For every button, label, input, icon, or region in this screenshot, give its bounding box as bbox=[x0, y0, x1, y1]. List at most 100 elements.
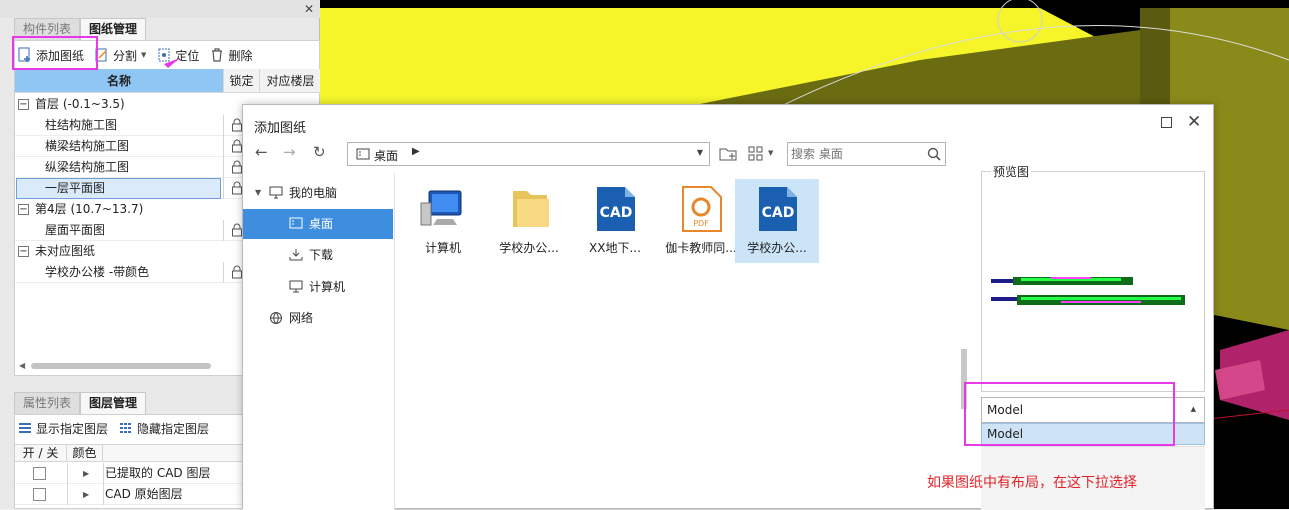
nav-item-network[interactable]: 网络 bbox=[243, 303, 393, 333]
layout-select-highlight-box bbox=[964, 382, 1175, 446]
panel-close-icon[interactable]: ✕ bbox=[304, 2, 314, 16]
address-dropdown-icon[interactable]: ▼ bbox=[697, 148, 703, 157]
layer-toolbar: 显示指定图层 隐藏指定图层 bbox=[17, 415, 219, 441]
col-name-header[interactable]: 名称 bbox=[15, 69, 223, 92]
collapse-icon[interactable]: − bbox=[18, 204, 29, 215]
split-label: 分割 bbox=[113, 48, 138, 63]
file-name: 学校办公... bbox=[747, 241, 807, 255]
file-item-cad[interactable]: CAD XX地下... bbox=[573, 179, 657, 263]
desktop-icon bbox=[289, 217, 303, 229]
col-lock-header[interactable]: 锁定 bbox=[223, 69, 259, 92]
expand-icon[interactable]: ▶ bbox=[83, 484, 89, 505]
split-button[interactable]: 分割 ▼ bbox=[94, 47, 146, 64]
preview-label: 预览图 bbox=[991, 163, 1032, 180]
layers-show-icon bbox=[19, 423, 31, 433]
split-dropdown-icon[interactable]: ▼ bbox=[141, 51, 146, 59]
delete-button[interactable]: 删除 bbox=[209, 47, 252, 64]
col-floor-header[interactable]: 对应楼层 bbox=[259, 69, 321, 92]
globe-icon bbox=[270, 312, 282, 324]
search-input[interactable] bbox=[791, 146, 921, 162]
nav-label: 桌面 bbox=[309, 217, 334, 231]
delete-label: 删除 bbox=[228, 48, 253, 63]
file-item-pdf[interactable]: PDF 伽卡教师同... bbox=[659, 179, 743, 263]
col-toggle-header[interactable]: 开 / 关 bbox=[15, 445, 67, 461]
tree-label: 学校办公楼 -带颜色 bbox=[45, 265, 150, 279]
expand-icon[interactable]: ▼ bbox=[255, 178, 261, 208]
tree-label: 纵梁结构施工图 bbox=[45, 160, 130, 174]
dialog-title: 添加图纸 bbox=[254, 121, 307, 136]
cad-file-icon: CAD bbox=[759, 187, 797, 231]
search-icon[interactable] bbox=[927, 147, 941, 161]
file-name: 计算机 bbox=[424, 241, 461, 255]
close-icon[interactable]: ✕ bbox=[1187, 113, 1201, 131]
collapse-icon[interactable]: − bbox=[18, 99, 29, 110]
address-location[interactable]: 桌面 bbox=[374, 147, 398, 164]
file-item-folder[interactable]: 学校办公... bbox=[487, 179, 571, 263]
pointer-arrow-icon bbox=[164, 58, 180, 68]
file-name: 学校办公... bbox=[499, 241, 559, 255]
col-color-header[interactable]: 颜色 bbox=[67, 445, 103, 461]
file-item-computer[interactable]: 计算机 bbox=[401, 179, 485, 263]
layer-toggle-checkbox[interactable] bbox=[33, 467, 46, 480]
desktop-icon bbox=[356, 148, 370, 160]
layer-tabs: 属性列表 图层管理 bbox=[14, 392, 147, 414]
tab-layer-management[interactable]: 图层管理 bbox=[80, 392, 147, 414]
download-icon bbox=[289, 249, 303, 261]
forward-icon[interactable]: → bbox=[283, 143, 296, 161]
cad-file-icon: CAD bbox=[597, 187, 635, 231]
show-layers-button[interactable]: 显示指定图层 bbox=[17, 420, 108, 437]
nav-item-downloads[interactable]: 下载 bbox=[243, 240, 393, 270]
tree-label: 首层 (-0.1~3.5) bbox=[35, 97, 125, 111]
show-layers-label: 显示指定图层 bbox=[36, 421, 109, 436]
trash-icon bbox=[212, 48, 223, 62]
drawing-preview-image bbox=[991, 277, 1185, 305]
address-bar[interactable]: 桌面 ▶ ▼ bbox=[347, 142, 710, 166]
file-name: XX地下... bbox=[589, 241, 641, 255]
add-drawing-highlight-box bbox=[12, 36, 98, 70]
tree-label: 屋面平面图 bbox=[45, 223, 106, 237]
expand-icon[interactable]: ▶ bbox=[83, 463, 89, 484]
drawing-table-header: 名称 锁定 对应楼层 bbox=[15, 69, 321, 93]
layer-name: 已提取的 CAD 图层 bbox=[105, 466, 211, 480]
maximize-icon[interactable] bbox=[1161, 117, 1172, 128]
nav-label: 计算机 bbox=[309, 280, 346, 294]
collapse-icon[interactable]: − bbox=[18, 246, 29, 257]
view-dropdown-icon[interactable]: ▼ bbox=[768, 149, 773, 157]
nav-item-computer[interactable]: 计算机 bbox=[243, 272, 393, 302]
nav-item-desktop[interactable]: 桌面 bbox=[243, 209, 393, 239]
file-item-cad-selected[interactable]: CAD 学校办公... bbox=[735, 179, 819, 263]
add-drawing-dialog: 添加图纸 ✕ ← → ↻ 桌面 ▶ ▼ ▼ ▼ 我的电脑 桌面 下载 计算机 bbox=[242, 104, 1214, 510]
layer-name: CAD 原始图层 bbox=[105, 487, 183, 501]
nav-label: 下载 bbox=[309, 248, 334, 262]
layer-toggle-checkbox[interactable] bbox=[33, 488, 46, 501]
file-name: 伽卡教师同... bbox=[665, 241, 737, 255]
svg-text:CAD: CAD bbox=[600, 205, 633, 221]
svg-text:PDF: PDF bbox=[693, 219, 709, 228]
tab-property-list[interactable]: 属性列表 bbox=[14, 392, 81, 414]
tree-label: 第4层 (10.7~13.7) bbox=[35, 202, 144, 216]
tree-label: 横梁结构施工图 bbox=[45, 139, 130, 153]
annotation-text: 如果图纸中有布局，在这下拉选择 bbox=[927, 475, 1137, 491]
dropdown-arrow-icon[interactable]: ▲ bbox=[1191, 405, 1196, 413]
refresh-icon[interactable]: ↻ bbox=[313, 143, 326, 161]
new-folder-icon[interactable] bbox=[719, 146, 737, 162]
tree-label: 柱结构施工图 bbox=[45, 118, 118, 132]
search-box[interactable] bbox=[787, 142, 946, 166]
panel-title-bar: ✕ bbox=[0, 0, 320, 18]
computer-icon bbox=[420, 190, 462, 226]
nav-label: 我的电脑 bbox=[289, 186, 338, 200]
file-list: 计算机 学校办公... CAD XX地下... PDF 伽卡教师同... CAD… bbox=[395, 173, 957, 510]
svg-text:CAD: CAD bbox=[762, 205, 795, 221]
scroll-left-icon[interactable]: ◀ bbox=[19, 361, 25, 370]
nav-label: 网络 bbox=[289, 311, 314, 325]
hide-layers-button[interactable]: 隐藏指定图层 bbox=[118, 420, 209, 437]
tree-label: 一层平面图 bbox=[45, 181, 106, 195]
nav-item-my-computer[interactable]: ▼ 我的电脑 bbox=[243, 178, 393, 208]
navigation-pane: ▼ 我的电脑 桌面 下载 计算机 网络 bbox=[243, 173, 395, 510]
layers-hide-icon bbox=[120, 423, 133, 433]
scrollbar-thumb[interactable] bbox=[31, 363, 211, 369]
view-grid-icon[interactable] bbox=[748, 146, 764, 162]
pdf-file-icon: PDF bbox=[682, 186, 722, 232]
back-icon[interactable]: ← bbox=[255, 143, 268, 161]
breadcrumb-chevron-icon[interactable]: ▶ bbox=[412, 146, 420, 157]
